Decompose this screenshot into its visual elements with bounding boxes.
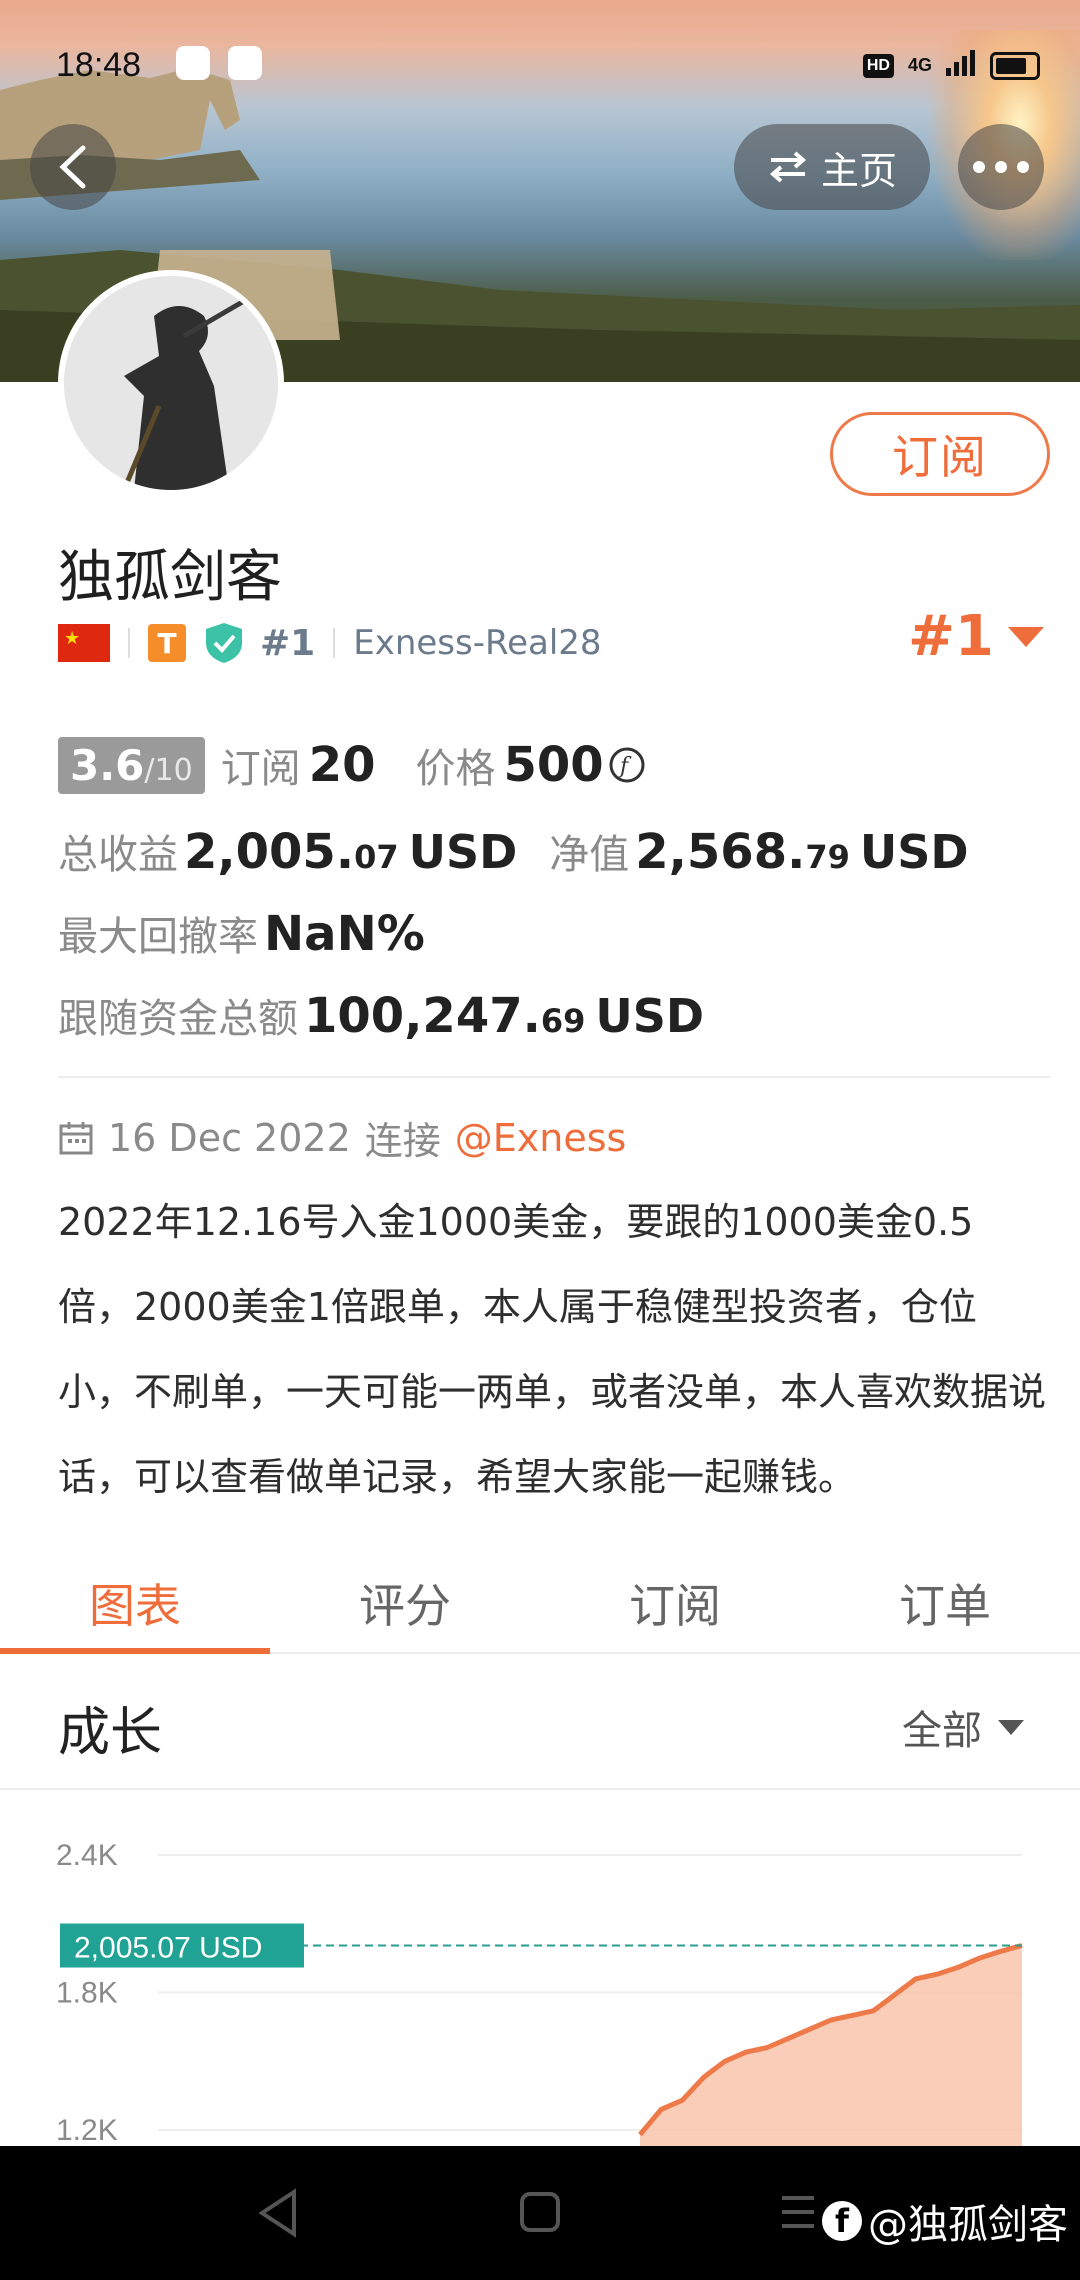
coin-icon: f	[609, 747, 645, 783]
connection-label: 连接	[364, 1119, 441, 1163]
nav-back-icon[interactable]	[254, 2186, 302, 2240]
total-profit-int: 2,005.	[184, 824, 355, 880]
current-value-label: 2,005.07 USD	[74, 1932, 262, 1965]
profit-row: 总收益 2,005. 07 USD 净值 2,568. 79 USD	[58, 822, 969, 880]
broker-link[interactable]: @Exness	[455, 1116, 627, 1160]
status-bar: 18:48 HD 4G	[56, 40, 1040, 90]
status-time: 18:48	[56, 46, 142, 84]
more-icon	[973, 161, 1029, 173]
subscribe-button[interactable]: 订阅	[830, 412, 1050, 496]
china-flag-icon: ★	[58, 624, 110, 662]
back-button[interactable]	[30, 124, 116, 210]
switch-home-button[interactable]: 主页	[734, 124, 930, 210]
follow-funds-currency: USD	[595, 989, 705, 1043]
y-tick-label: 1.8K	[56, 1977, 118, 2010]
range-filter-dropdown[interactable]: 全部	[902, 1698, 1024, 1756]
range-filter-label: 全部	[902, 1708, 982, 1754]
follow-funds-label: 跟随资金总额	[58, 996, 298, 1042]
rank-big: #1	[908, 604, 994, 669]
rank-dropdown[interactable]: #1	[908, 604, 1044, 669]
tab-chart[interactable]: 图表	[0, 1556, 270, 1654]
avatar[interactable]	[58, 270, 284, 496]
growth-title: 成长	[58, 1703, 163, 1763]
y-tick-label: 1.2K	[56, 2114, 118, 2146]
network-type: 4G	[907, 55, 932, 75]
drawdown-label: 最大回撤率	[58, 914, 258, 960]
connection-row: 16 Dec 2022 连接 @Exness	[58, 1110, 626, 1165]
chevron-left-icon	[59, 145, 86, 189]
facebook-icon: f	[822, 2201, 862, 2241]
drawdown-row: 最大回撤率 NaN%	[58, 904, 425, 962]
equity-int: 2,568.	[635, 824, 806, 880]
watermark: f @独孤剑客	[822, 2192, 1068, 2250]
equity-currency: USD	[859, 825, 969, 879]
trader-meta: ★ T #1 Exness-Real28	[58, 618, 602, 668]
connection-date: 16 Dec 2022	[108, 1115, 351, 1160]
price-label: 价格	[415, 746, 496, 792]
hd-icon: HD	[862, 53, 894, 78]
avatar-image	[64, 276, 278, 490]
nav-home-icon[interactable]	[516, 2188, 564, 2236]
verified-shield-icon	[206, 623, 242, 663]
home-label: 主页	[820, 148, 897, 193]
signal-icon	[946, 46, 976, 85]
more-button[interactable]	[958, 124, 1044, 210]
tab-rating[interactable]: 评分	[270, 1556, 540, 1652]
divider	[58, 1076, 1050, 1078]
tier-badge: T	[148, 624, 186, 662]
subscribers-value: 20	[308, 737, 376, 793]
total-profit-dec: 07	[354, 838, 399, 876]
price-value: 500	[503, 737, 604, 793]
caret-down-icon	[998, 1719, 1024, 1735]
notification-app-icon-2	[228, 46, 262, 80]
calendar-icon	[59, 1121, 93, 1154]
trader-description: 2022年12.16号入金1000美金，要跟的1000美金0.5倍，2000美金…	[58, 1200, 1047, 1499]
equity-label: 净值	[549, 832, 630, 878]
tab-subscriptions[interactable]: 订阅	[540, 1556, 810, 1652]
caret-down-icon	[1007, 626, 1044, 647]
tab-bar: 图表 评分 订阅 订单	[0, 1556, 1080, 1654]
y-tick-label: 2.4K	[56, 1839, 118, 1872]
follow-funds-dec: 69	[540, 1002, 586, 1040]
system-nav-bar: f @独孤剑客	[0, 2146, 1080, 2280]
drawdown-value: NaN%	[264, 906, 425, 962]
rank-small: #1	[260, 622, 316, 664]
svg-text:f: f	[618, 754, 632, 779]
equity-dec: 79	[805, 838, 850, 876]
follow-funds-row: 跟随资金总额 100,247. 69 USD	[58, 986, 704, 1044]
tab-orders[interactable]: 订单	[810, 1556, 1080, 1652]
subscribers-label: 订阅	[220, 746, 301, 792]
notification-app-icon	[176, 46, 210, 80]
series-area	[640, 1945, 1022, 2146]
total-profit-label: 总收益	[58, 832, 178, 878]
rating-row: 3.6/10 订阅 20 价格 500 f	[58, 736, 646, 794]
growth-chart: 2.4K 1.8K 1.2K 2,005.07 USD	[56, 1839, 1023, 2146]
trader-name: 独孤剑客	[58, 545, 282, 610]
nav-menu-icon[interactable]	[776, 2192, 820, 2232]
score-badge: 3.6/10	[58, 736, 205, 794]
follow-funds-int: 100,247.	[304, 988, 541, 1044]
swap-icon	[769, 151, 807, 183]
growth-header: 成长 全部	[0, 1652, 1080, 1790]
account-name: Exness-Real28	[353, 623, 602, 663]
battery-icon	[990, 51, 1040, 80]
total-profit-currency: USD	[408, 825, 518, 879]
